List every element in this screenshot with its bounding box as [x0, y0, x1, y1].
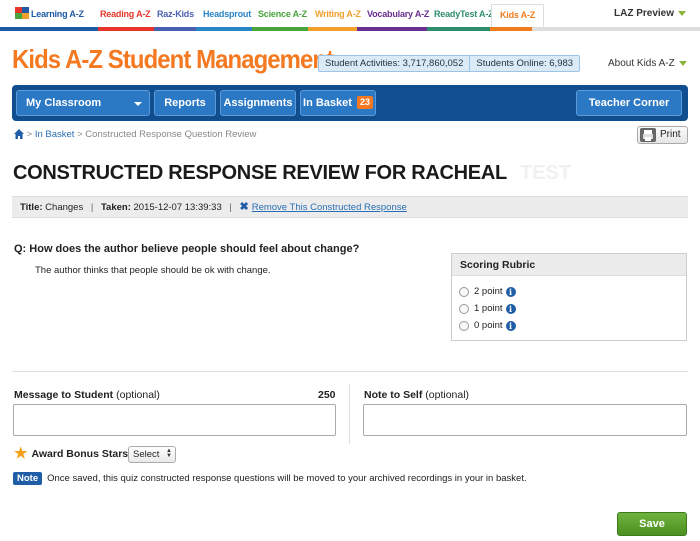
message-to-student-label: Message to Student (optional)	[14, 389, 160, 401]
breadcrumb-current: Constructed Response Question Review	[85, 129, 257, 140]
character-count: 250	[318, 389, 336, 401]
radio-button[interactable]	[459, 320, 469, 331]
title-label: Title:	[20, 202, 43, 213]
select-value: Select	[133, 449, 160, 460]
remove-response-link[interactable]: Remove This Constructed Response	[252, 202, 407, 213]
info-icon[interactable]: i	[505, 303, 516, 314]
about-label: About Kids A-Z	[608, 58, 675, 69]
student-answer: The author thinks that people should be …	[35, 265, 271, 276]
question-text: Q: How does the author believe people sh…	[14, 243, 360, 255]
laz-preview-label: LAZ Preview	[614, 8, 675, 19]
product-writing-az[interactable]: Writing A-Z	[315, 9, 361, 19]
radio-button[interactable]	[459, 286, 469, 297]
breadcrumb-separator: >	[77, 129, 83, 140]
title-value: Changes	[45, 202, 84, 213]
assignments-button[interactable]: Assignments	[220, 90, 296, 116]
rubric-option-label: 2 point	[474, 286, 503, 297]
breadcrumb-in-basket-link[interactable]: In Basket	[35, 129, 75, 140]
stats-box: Student Activities: 3,717,860,052 Studen…	[318, 55, 581, 72]
product-science-az[interactable]: Science A-Z	[258, 9, 307, 19]
chevron-down-icon	[678, 60, 687, 66]
about-menu[interactable]: About Kids A-Z	[608, 58, 687, 69]
in-basket-button[interactable]: In Basket 23	[300, 90, 376, 116]
close-icon[interactable]: ✖	[239, 197, 248, 217]
reports-button[interactable]: Reports	[154, 90, 216, 116]
product-readytest-az[interactable]: ReadyTest A-Z	[434, 9, 494, 19]
star-icon: ★	[14, 445, 28, 462]
students-online-stat: Students Online: 6,983	[469, 56, 579, 71]
breadcrumb-separator: >	[26, 129, 33, 140]
product-learning-az[interactable]: Learning A-Z	[31, 9, 84, 19]
note-to-self-field[interactable]	[363, 404, 687, 436]
bonus-stars-select[interactable]: Select ▲ ▼	[128, 446, 176, 463]
print-label: Print	[660, 129, 681, 140]
app-title: Kids A-Z Student Management	[12, 44, 334, 74]
main-nav: My Classroom Reports Assignments In Bask…	[12, 85, 688, 121]
chevron-down-icon	[134, 102, 142, 106]
scoring-rubric-panel: Scoring Rubric 2 point i 1 point i 0 poi…	[451, 253, 687, 341]
student-activities-stat: Student Activities: 3,717,860,052	[325, 58, 464, 69]
optional-text: (optional)	[116, 389, 160, 401]
product-headsprout[interactable]: Headsprout	[203, 9, 251, 19]
note-to-self-label: Note to Self (optional)	[364, 389, 469, 401]
rubric-option-2[interactable]: 2 point i	[459, 286, 516, 297]
taken-value: 2015-12-07 13:39:33	[133, 202, 222, 213]
in-basket-label: In Basket	[303, 97, 352, 109]
optional-text: (optional)	[425, 389, 470, 401]
ghost-title: TEST	[520, 162, 572, 184]
chevron-down-icon	[678, 10, 687, 16]
message-label-text: Message to Student	[14, 389, 114, 401]
product-vocabulary-az[interactable]: Vocabulary A-Z	[367, 9, 429, 19]
home-icon[interactable]	[14, 129, 24, 142]
note-tag: Note	[13, 472, 43, 485]
printer-icon	[640, 128, 656, 142]
select-arrows-icon: ▲ ▼	[166, 448, 172, 459]
rubric-option-label: 1 point	[474, 303, 503, 314]
save-note: Note Once saved, this quiz constructed r…	[13, 472, 527, 485]
product-reading-az[interactable]: Reading A-Z	[100, 9, 151, 19]
teacher-corner-button[interactable]: Teacher Corner	[576, 90, 682, 116]
laz-preview-menu[interactable]: LAZ Preview	[614, 8, 687, 19]
product-color-stripe	[0, 27, 700, 31]
product-kids-az[interactable]: Kids A-Z	[491, 4, 545, 28]
product-bar: Learning A-Z Reading A-Z Raz-Kids Headsp…	[0, 0, 700, 31]
product-raz-kids[interactable]: Raz-Kids	[157, 9, 194, 19]
my-classroom-button[interactable]: My Classroom	[16, 90, 150, 116]
response-info-bar: Title: Changes | Taken: 2015-12-07 13:39…	[12, 196, 688, 218]
rubric-option-0[interactable]: 0 point i	[459, 320, 516, 331]
award-bonus-stars: ★ Award Bonus Stars	[14, 445, 129, 462]
note-label-text: Note to Self	[364, 389, 423, 401]
rubric-heading: Scoring Rubric	[452, 254, 686, 276]
info-icon[interactable]: i	[505, 286, 516, 297]
note-text: Once saved, this quiz constructed respon…	[47, 473, 527, 484]
rubric-option-1[interactable]: 1 point i	[459, 303, 516, 314]
rubric-option-label: 0 point	[474, 320, 503, 331]
info-separator: |	[90, 202, 94, 213]
radio-button[interactable]	[459, 303, 469, 314]
award-bonus-label: Award Bonus Stars	[31, 448, 129, 460]
info-separator: |	[229, 202, 232, 213]
page-title: CONSTRUCTED RESPONSE REVIEW FOR RACHEAL	[13, 162, 507, 184]
save-button[interactable]: Save	[617, 512, 687, 536]
my-classroom-label: My Classroom	[26, 97, 102, 109]
breadcrumb: > In Basket > Constructed Response Quest…	[14, 129, 256, 142]
print-button[interactable]: Print	[637, 126, 688, 144]
column-divider	[349, 384, 350, 444]
taken-label: Taken:	[100, 202, 131, 213]
in-basket-count-badge: 23	[356, 96, 373, 109]
info-icon[interactable]: i	[505, 320, 516, 331]
section-divider	[12, 371, 688, 372]
message-to-student-field[interactable]	[13, 404, 336, 436]
laz-logo-icon	[15, 7, 29, 19]
